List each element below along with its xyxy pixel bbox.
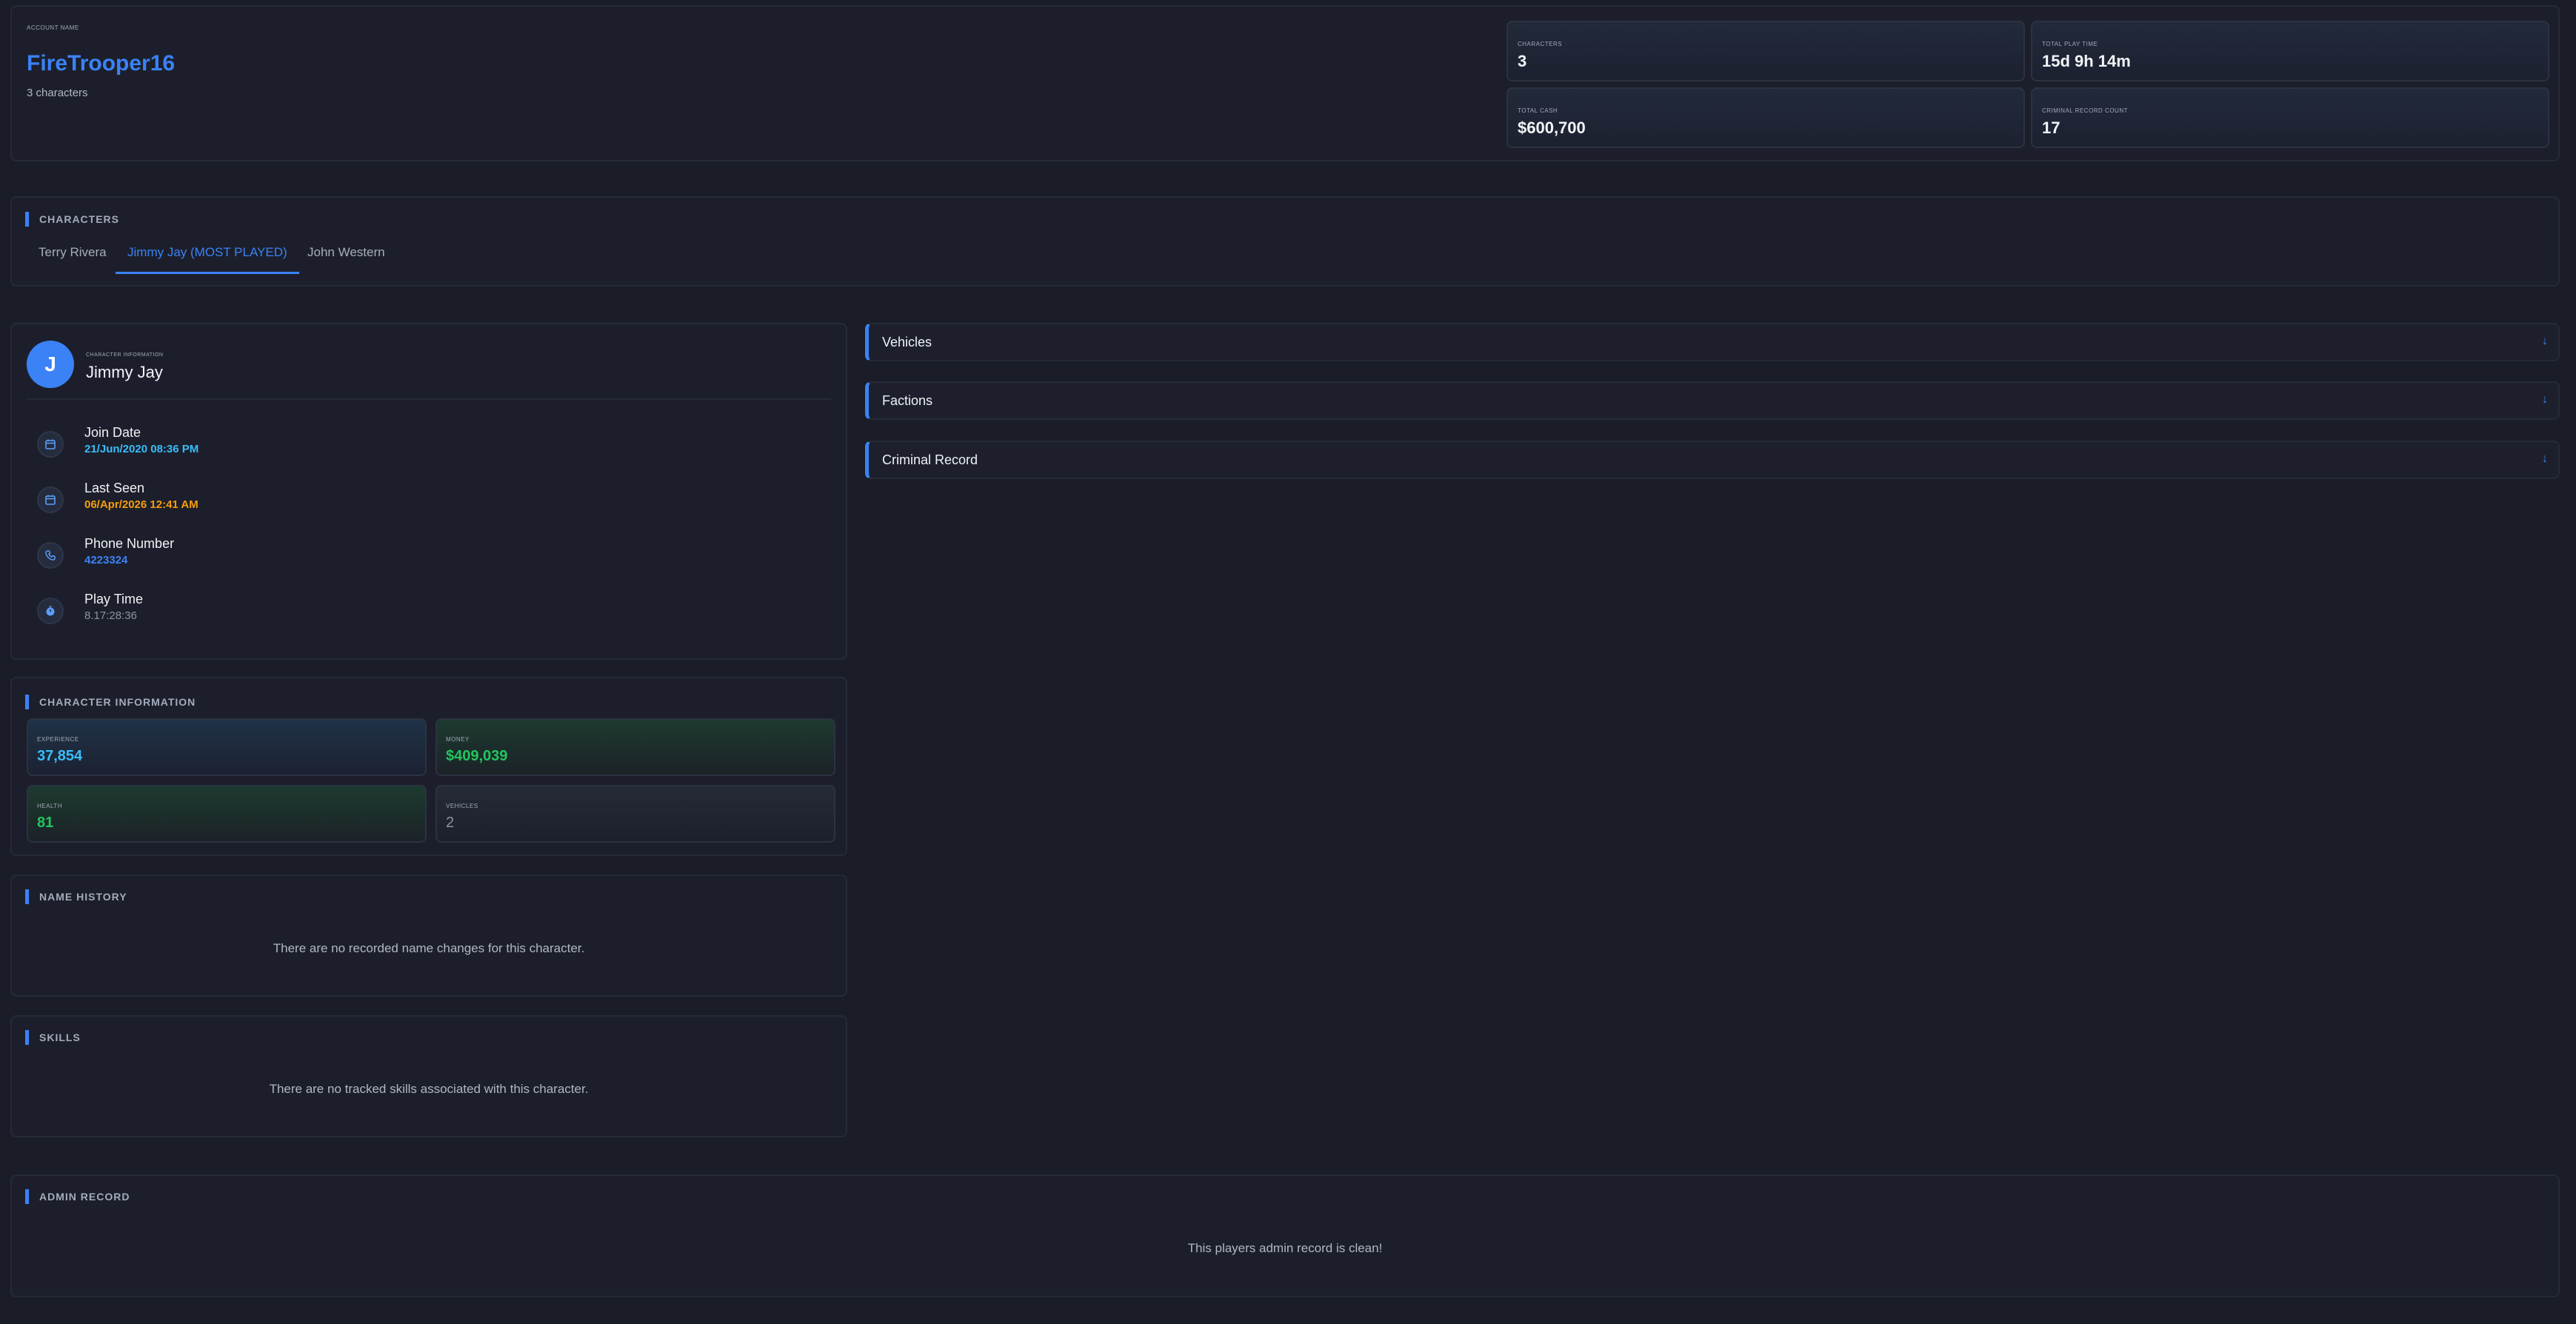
info-label: Play Time <box>84 592 144 606</box>
stat-label: Total Cash <box>1518 107 1558 114</box>
accordion-criminal-record[interactable]: Criminal Record ↓ <box>865 441 2560 479</box>
arrow-down-icon: ↓ <box>2542 452 2548 465</box>
account-panel: Account Name FireTrooper16 3 characters … <box>10 5 2560 161</box>
admin-record-empty: This players admin record is clean! <box>1187 1241 1383 1255</box>
avatar-letter: J <box>44 352 56 375</box>
stat-criminal-record-count: Criminal Record Count 17 <box>2031 87 2549 148</box>
card-value: $409,039 <box>446 748 508 764</box>
info-value: 8.17:28:36 <box>84 609 137 622</box>
card-label: Health <box>37 803 62 809</box>
info-label: Join Date <box>84 425 141 440</box>
account-name-label: Account Name <box>27 24 79 31</box>
characters-title: Characters <box>25 212 119 227</box>
card-label: Experience <box>37 736 79 743</box>
card-value: 81 <box>37 815 54 831</box>
info-label: Last Seen <box>84 481 145 495</box>
profile-panel: J Character Information Jimmy Jay Join D… <box>10 323 847 660</box>
profile-label: Character Information <box>86 352 164 358</box>
stat-characters: Characters 3 <box>1506 21 2025 81</box>
skills-panel: Skills There are no tracked skills assoc… <box>10 1015 847 1137</box>
tab-jimmy-jay[interactable]: Jimmy Jay (MOST PLAYED) <box>116 242 299 274</box>
accordion-factions[interactable]: Factions ↓ <box>865 381 2560 420</box>
stat-label: Criminal Record Count <box>2042 107 2128 114</box>
character-name: Jimmy Jay <box>86 363 163 381</box>
stat-value: 3 <box>1518 52 1527 70</box>
character-info-panel: Character Information Experience 37,854 … <box>10 677 847 856</box>
stat-value: 17 <box>2042 118 2061 137</box>
account-subtitle: 3 characters <box>27 87 88 99</box>
name-history-empty: There are no recorded name changes for t… <box>273 941 585 955</box>
card-value: 2 <box>446 815 455 831</box>
stat-label: Total Play Time <box>2042 41 2098 47</box>
accordion-label: Vehicles <box>882 335 932 350</box>
info-value: 4223324 <box>84 554 128 566</box>
card-value: 37,854 <box>37 748 83 764</box>
card-experience: Experience 37,854 <box>27 718 427 776</box>
avatar: J <box>27 341 74 388</box>
calendar-icon <box>37 431 64 458</box>
stat-label: Characters <box>1518 41 1563 47</box>
card-label: Vehicles <box>446 803 478 809</box>
accordion-label: Criminal Record <box>882 452 978 467</box>
skills-title: Skills <box>25 1030 81 1045</box>
stat-total-cash: Total Cash $600,700 <box>1506 87 2025 148</box>
arrow-down-icon: ↓ <box>2542 335 2548 347</box>
card-label: Money <box>446 736 470 743</box>
info-value: 06/Apr/2026 12:41 AM <box>84 498 198 511</box>
tab-terry-rivera[interactable]: Terry Rivera <box>39 242 107 272</box>
name-history-panel: Name History There are no recorded name … <box>10 875 847 997</box>
characters-panel: Characters Terry Rivera Jimmy Jay (MOST … <box>10 196 2560 287</box>
admin-record-panel: Admin Record This players admin record i… <box>10 1174 2560 1297</box>
info-label: Phone Number <box>84 536 175 551</box>
info-value: 21/Jun/2020 08:36 PM <box>84 443 199 455</box>
card-vehicles: Vehicles 2 <box>436 785 835 843</box>
phone-icon <box>37 542 64 569</box>
card-money: Money $409,039 <box>436 718 835 776</box>
stat-value: $600,700 <box>1518 118 1586 137</box>
profile-divider <box>27 398 831 400</box>
clock-icon <box>37 598 64 624</box>
card-health: Health 81 <box>27 785 427 843</box>
stat-value: 15d 9h 14m <box>2042 52 2131 70</box>
name-history-title: Name History <box>25 889 127 904</box>
arrow-down-icon: ↓ <box>2542 393 2548 406</box>
admin-record-title: Admin Record <box>25 1189 130 1204</box>
skills-empty: There are no tracked skills associated w… <box>269 1082 589 1096</box>
account-name: FireTrooper16 <box>27 51 176 76</box>
stat-total-play-time: Total Play Time 15d 9h 14m <box>2031 21 2549 81</box>
calendar-icon <box>37 487 64 513</box>
tab-john-western[interactable]: John Western <box>307 242 385 272</box>
accordion-vehicles[interactable]: Vehicles ↓ <box>865 323 2560 361</box>
character-info-title: Character Information <box>25 695 196 709</box>
accordion-label: Factions <box>882 393 933 408</box>
